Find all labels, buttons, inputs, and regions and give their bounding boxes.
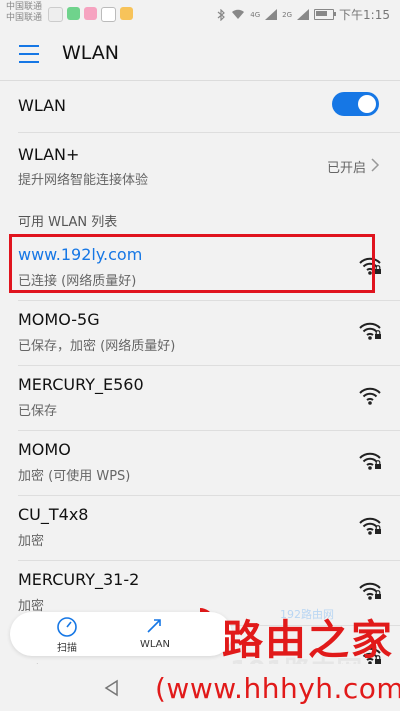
back-icon[interactable] (103, 679, 121, 697)
network-name: CU_T4x8 (18, 505, 89, 524)
scan-label: 扫描 (57, 643, 77, 654)
section-header: 可用 WLAN 列表 (18, 215, 118, 230)
wifi-locked-icon (359, 322, 381, 340)
carrier-labels: 中国联通 中国联通 (6, 2, 42, 24)
notification-icons (48, 7, 133, 22)
wlan-network-row[interactable]: MOMO 加密 (可使用 WPS) (0, 431, 400, 496)
network-type-2: 2G (282, 10, 293, 19)
network-status: 已保存 (18, 404, 58, 419)
wlan-network-row[interactable]: www.192ly.com 已连接 (网络质量好) (0, 236, 400, 301)
wlan-plus-label: WLAN+ (18, 145, 80, 164)
watermark-url: (www.hhhyh.com) (155, 672, 400, 705)
wlan-direct-icon (147, 619, 161, 633)
wlan-plus-subtitle: 提升网络智能连接体验 (18, 173, 149, 188)
app-header: WLAN (0, 28, 400, 81)
scan-icon (57, 617, 77, 637)
network-name: MOMO-5G (18, 310, 100, 329)
wifi-status-icon (232, 9, 245, 19)
status-bar: 中国联通 中国联通 4G 2G 下午1:15 (0, 0, 400, 28)
wifi-locked-icon (359, 452, 381, 470)
app-notification-icon (48, 7, 63, 22)
wifi-icon (359, 387, 381, 405)
wlan-network-row[interactable]: CU_T4x8 加密 (0, 496, 400, 561)
watermark-brand: 路由之家 (222, 616, 394, 664)
bluetooth-icon (217, 8, 226, 21)
battery-icon (314, 9, 337, 20)
scan-button[interactable]: 扫描 (32, 612, 102, 656)
app-notification-icon (67, 7, 80, 20)
wlan-network-row[interactable]: MOMO-5G 已保存，加密 (网络质量好) (0, 301, 400, 366)
network-status: 加密 (18, 534, 45, 549)
app-notification-icon (120, 7, 133, 20)
wlan-network-row[interactable]: MERCURY_E560 已保存 (0, 366, 400, 431)
page-title: WLAN (62, 42, 120, 64)
app-notification-icon (84, 7, 97, 20)
wlan-toggle-label: WLAN (18, 96, 67, 115)
wifi-locked-icon (359, 517, 381, 535)
network-status: 已连接 (网络质量好) (18, 274, 137, 289)
wlan-plus-row[interactable]: WLAN+ 提升网络智能连接体验 已开启 (0, 133, 400, 195)
network-status: 加密 (可使用 WPS) (18, 469, 131, 484)
wlan-toggle-row[interactable]: WLAN (0, 82, 400, 132)
network-name: MERCURY_31-2 (18, 570, 140, 589)
wlan-plus-status: 已开启 (326, 161, 366, 176)
carrier-1: 中国联通 (6, 2, 43, 12)
bottom-toolbar: 扫描 WLAN (10, 612, 232, 656)
wlan-switch[interactable] (332, 92, 379, 116)
clock: 下午1:15 (339, 8, 390, 22)
wifi-locked-icon (359, 257, 381, 275)
chevron-right-icon (371, 158, 380, 172)
heart-icon (101, 7, 116, 22)
carrier-2: 中国联通 (6, 13, 43, 23)
signal-icon (265, 9, 278, 20)
status-icons: 4G 2G 下午1:15 (217, 6, 390, 23)
wifi-locked-icon (359, 582, 381, 600)
network-status: 已保存，加密 (网络质量好) (18, 339, 176, 354)
wlan-direct-button[interactable]: WLAN (120, 612, 190, 656)
wlan-direct-label: WLAN (139, 639, 170, 650)
menu-icon[interactable] (19, 45, 41, 63)
network-name: MERCURY_E560 (18, 375, 144, 394)
network-name: www.192ly.com (18, 245, 143, 264)
signal-icon (297, 9, 310, 20)
network-type-1: 4G (250, 10, 261, 19)
network-name: MOMO (18, 440, 71, 459)
